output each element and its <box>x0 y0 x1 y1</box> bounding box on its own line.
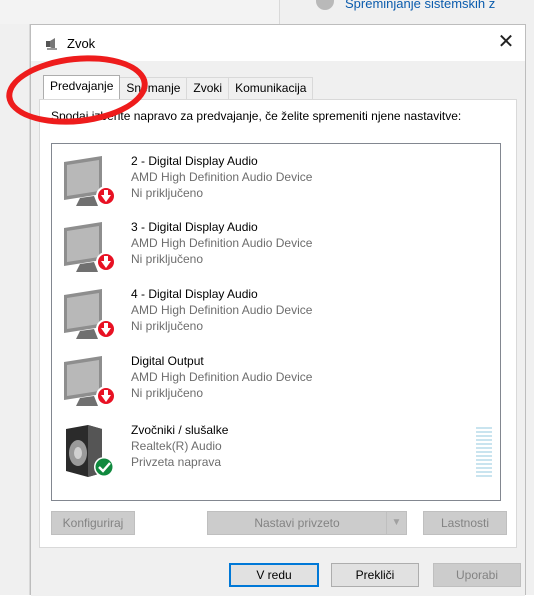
set-default-label: Nastavi privzeto <box>254 516 340 530</box>
device-item[interactable]: Digital Output AMD High Definition Audio… <box>52 350 500 412</box>
speaker-icon <box>66 425 114 477</box>
device-item-default[interactable]: Zvočniki / slušalke Realtek(R) Audio Pri… <box>52 419 500 481</box>
ok-button[interactable]: V redu <box>229 563 319 587</box>
device-status: Ni priključeno <box>131 186 204 200</box>
background-window: Spreminjanje sistemskih z <box>0 0 534 24</box>
set-default-button[interactable]: Nastavi privzeto ▼ <box>207 511 407 535</box>
device-status: Ni priključeno <box>131 319 204 333</box>
apply-button[interactable]: Uporabi <box>433 563 521 587</box>
background-right-column <box>526 24 534 595</box>
device-status: Ni priključeno <box>131 386 204 400</box>
background-left-column <box>0 24 30 595</box>
device-description: AMD High Definition Audio Device <box>131 370 313 384</box>
tab-playback[interactable]: Predvajanje <box>43 75 121 99</box>
disconnected-down-arrow-icon <box>96 386 116 406</box>
device-description: AMD High Definition Audio Device <box>131 303 313 317</box>
device-name: Zvočniki / slušalke <box>131 423 229 437</box>
device-item[interactable]: 4 - Digital Display Audio AMD High Defin… <box>52 283 500 345</box>
default-checkmark-icon <box>94 457 114 477</box>
speaker-title-icon <box>46 38 57 50</box>
device-item[interactable]: 2 - Digital Display Audio AMD High Defin… <box>52 150 500 212</box>
title-bar[interactable]: Zvok ✕ <box>31 25 525 61</box>
tab-communications[interactable]: Komunikacija <box>228 77 314 99</box>
device-name: 4 - Digital Display Audio <box>131 287 258 301</box>
background-icon <box>316 0 334 10</box>
monitor-icon <box>64 289 116 339</box>
sound-dialog: Zvok ✕ Predvajanje Snemanje Zvoki Komuni… <box>30 24 526 596</box>
device-name: 2 - Digital Display Audio <box>131 154 258 168</box>
disconnected-down-arrow-icon <box>96 319 116 339</box>
disconnected-down-arrow-icon <box>96 252 116 272</box>
device-item[interactable]: 3 - Digital Display Audio AMD High Defin… <box>52 216 500 278</box>
tab-strip: Predvajanje Snemanje Zvoki Komunikacija <box>43 75 314 99</box>
monitor-icon <box>64 356 116 406</box>
close-button[interactable]: ✕ <box>493 29 519 55</box>
monitor-icon <box>64 222 116 272</box>
device-name: 3 - Digital Display Audio <box>131 220 258 234</box>
monitor-icon <box>64 156 116 206</box>
window-title: Zvok <box>67 36 96 51</box>
volume-level-meter <box>476 427 492 481</box>
device-status: Ni priključeno <box>131 252 204 266</box>
chevron-down-icon[interactable]: ▼ <box>386 512 406 534</box>
instructions-text: Spodaj izberite napravo za predvajanje, … <box>51 109 462 123</box>
device-status: Privzeta naprava <box>131 455 222 469</box>
properties-button[interactable]: Lastnosti <box>423 511 507 535</box>
tab-sounds[interactable]: Zvoki <box>186 77 230 99</box>
device-name: Digital Output <box>131 354 204 368</box>
device-description: AMD High Definition Audio Device <box>131 170 313 184</box>
configure-button[interactable]: Konfiguriraj <box>51 511 135 535</box>
device-description: Realtek(R) Audio <box>131 439 222 453</box>
cancel-button[interactable]: Prekliči <box>331 563 419 587</box>
device-list[interactable]: 2 - Digital Display Audio AMD High Defin… <box>51 143 501 501</box>
disconnected-down-arrow-icon <box>96 186 116 206</box>
tab-recording[interactable]: Snemanje <box>119 77 188 99</box>
background-panel <box>0 0 280 24</box>
background-link[interactable]: Spreminjanje sistemskih z <box>345 0 495 11</box>
device-description: AMD High Definition Audio Device <box>131 236 313 250</box>
